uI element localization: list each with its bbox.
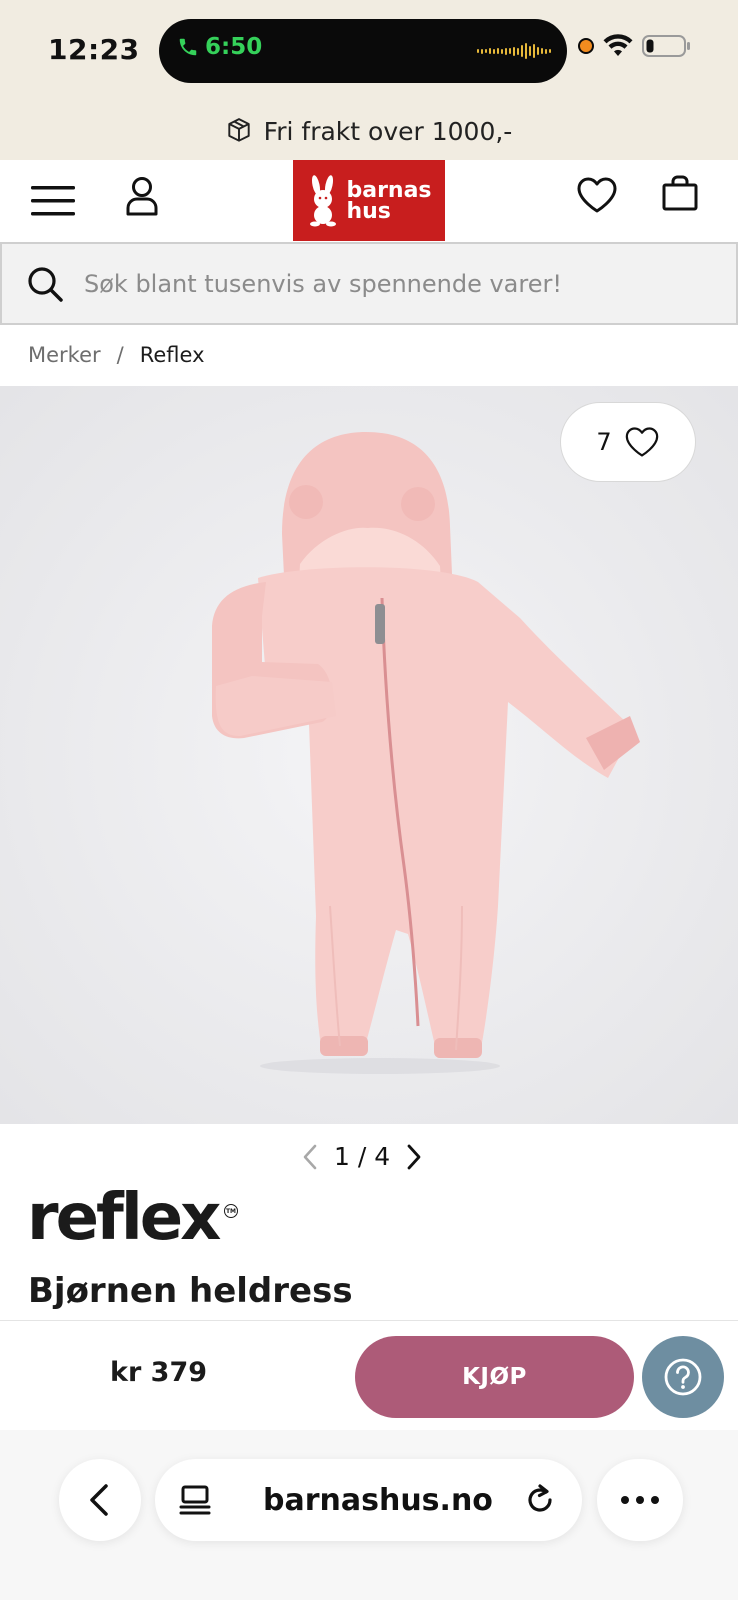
logo-wordmark: barnas hus	[346, 177, 432, 224]
breadcrumb-reflex[interactable]: Reflex	[140, 343, 205, 367]
wishlist-icon[interactable]	[576, 176, 618, 214]
status-time: 12:23	[48, 33, 140, 66]
address-bar[interactable]: barnashus.no	[155, 1459, 582, 1541]
back-arrow-icon	[90, 1484, 108, 1516]
brand-trademark: TM	[224, 1204, 238, 1218]
status-indicators	[578, 34, 692, 58]
heart-icon	[625, 427, 658, 457]
product-price: kr 379	[110, 1357, 208, 1388]
audio-wave-icon	[477, 41, 551, 61]
phone-icon	[179, 38, 197, 56]
pager-count: 1 / 4	[334, 1142, 391, 1171]
breadcrumb: Merker / Reflex	[28, 343, 205, 367]
brand-logo[interactable]: reflex	[27, 1183, 221, 1253]
help-button[interactable]	[642, 1336, 724, 1418]
shopping-bag-icon[interactable]	[661, 174, 699, 212]
image-pager: 1 / 4	[300, 1142, 424, 1171]
chevron-left-icon[interactable]	[300, 1143, 320, 1171]
product-title: Bjørnen heldress	[28, 1271, 353, 1311]
search-icon	[28, 267, 63, 302]
mic-indicator-icon	[578, 38, 594, 54]
status-bar: 12:23 6:50	[0, 0, 738, 102]
product-image[interactable]	[0, 386, 738, 1124]
breadcrumb-merker[interactable]: Merker	[28, 343, 101, 367]
call-duration: 6:50	[205, 34, 263, 60]
search-input[interactable]	[84, 262, 724, 306]
search-bar[interactable]	[0, 242, 738, 325]
menu-icon[interactable]	[31, 184, 75, 218]
favorite-button[interactable]: 7	[560, 402, 696, 482]
browser-back-button[interactable]	[59, 1459, 141, 1541]
chevron-right-icon[interactable]	[404, 1143, 424, 1171]
more-dots-icon	[621, 1496, 659, 1504]
reader-tabs-icon[interactable]	[179, 1484, 211, 1516]
pink-overall-image	[0, 386, 738, 1124]
account-icon[interactable]	[124, 175, 160, 217]
buy-button[interactable]: KJØP	[355, 1336, 634, 1418]
promo-text: Fri frakt over 1000,-	[263, 116, 513, 146]
logo-line-1: barnas	[346, 177, 432, 203]
favorite-count: 7	[596, 428, 612, 456]
breadcrumb-separator: /	[116, 343, 124, 367]
bunny-logo-icon	[310, 174, 337, 226]
logo-line-2: hus	[346, 198, 391, 224]
browser-more-button[interactable]	[597, 1459, 683, 1541]
promo-banner: Fri frakt over 1000,-	[0, 102, 738, 160]
package-icon	[228, 118, 250, 142]
battery-icon	[642, 35, 690, 57]
call-indicator: 6:50	[177, 34, 262, 60]
site-logo[interactable]: barnas hus	[293, 160, 445, 241]
help-icon	[664, 1358, 702, 1396]
url-text: barnashus.no	[263, 1483, 493, 1518]
dynamic-island[interactable]: 6:50	[159, 19, 567, 83]
reload-icon[interactable]	[523, 1483, 557, 1517]
wifi-icon	[603, 34, 633, 56]
